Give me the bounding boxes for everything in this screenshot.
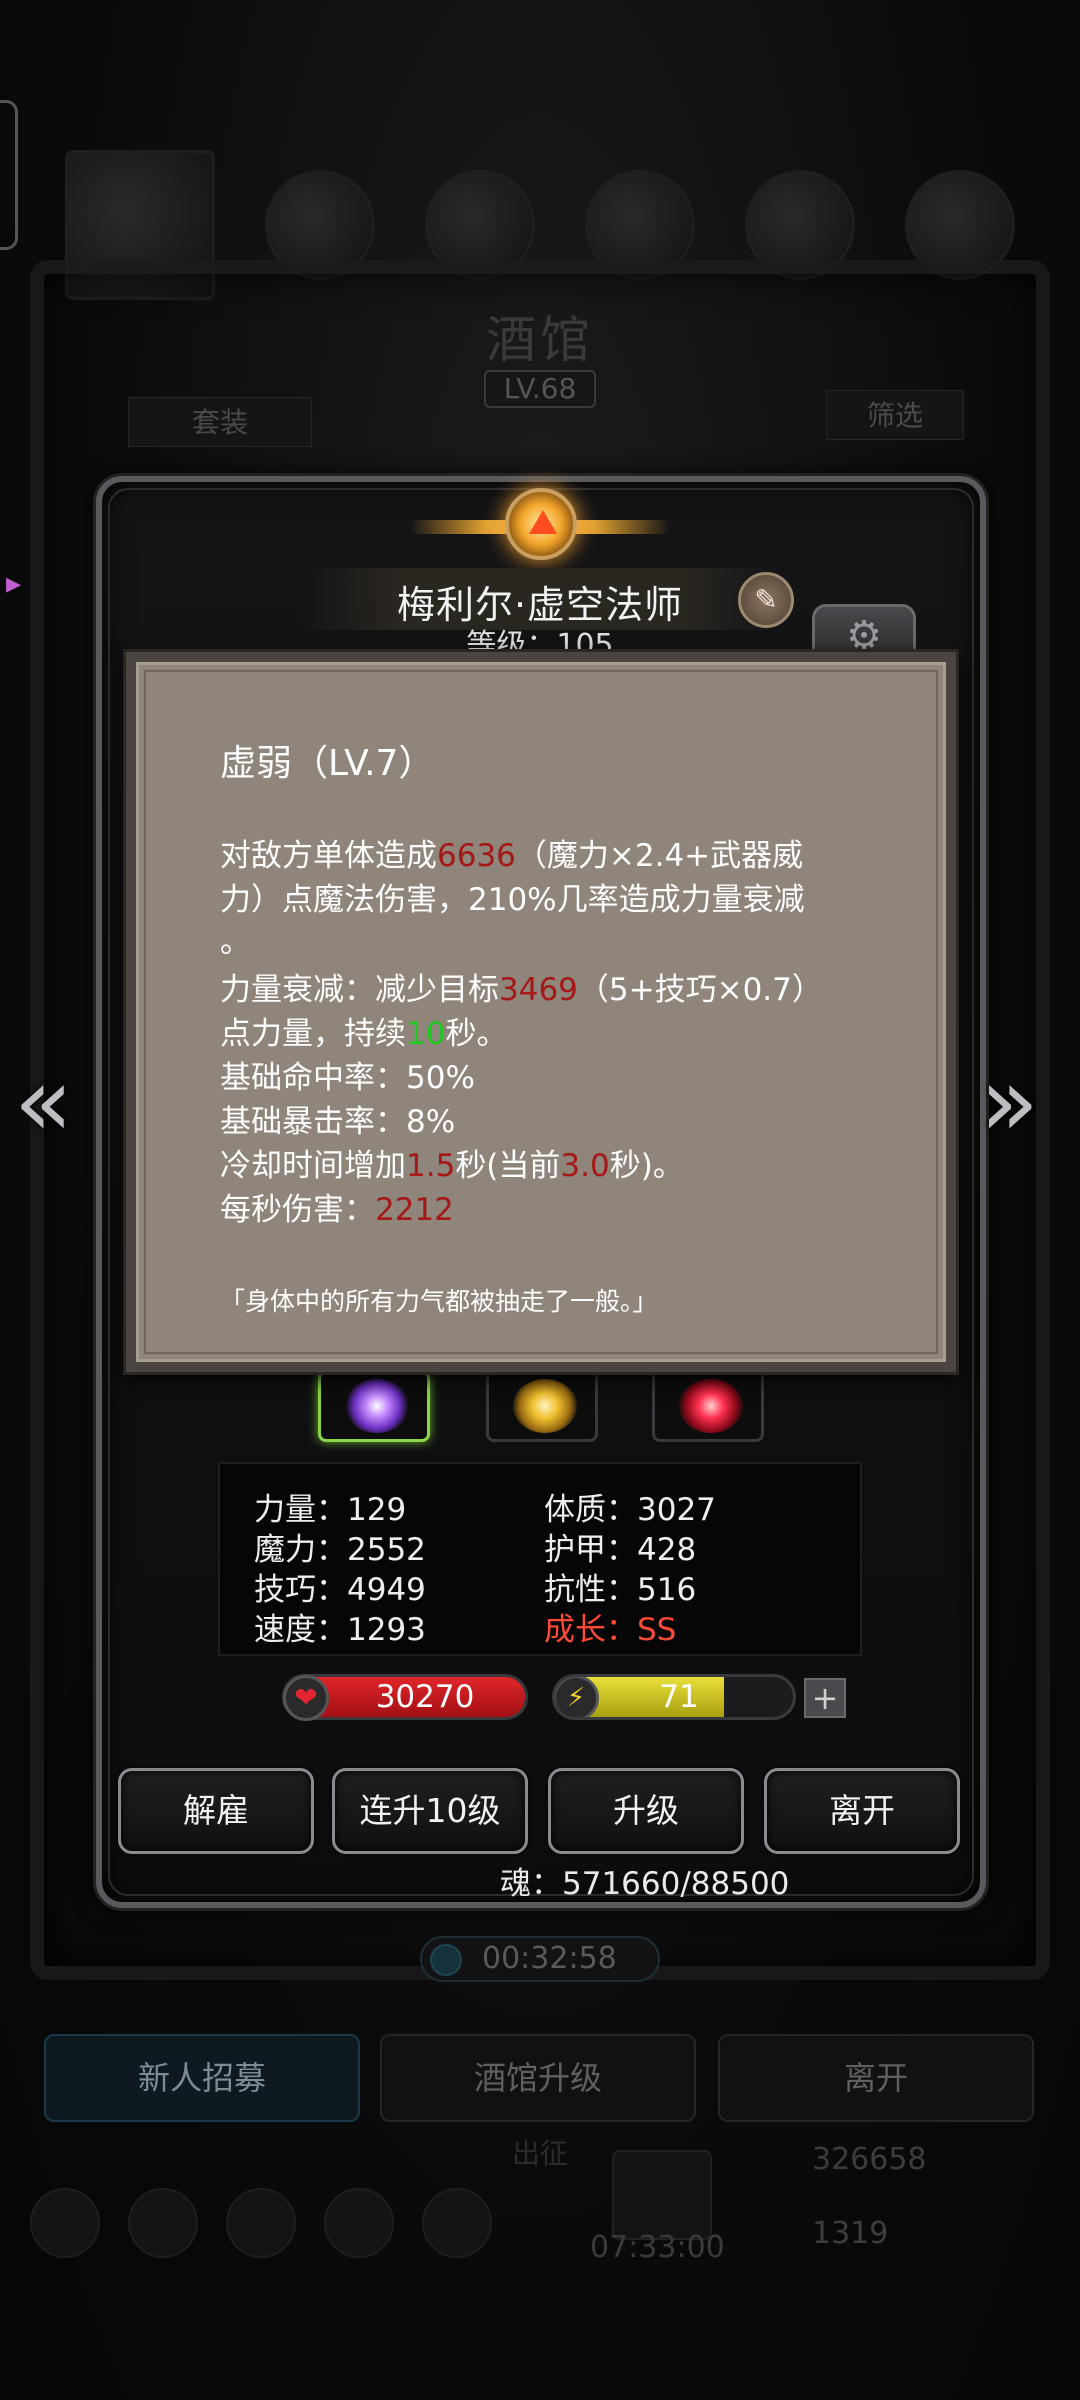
add-energy-button[interactable]: + bbox=[804, 1678, 846, 1718]
skill-title: 虚弱（LV.7） bbox=[220, 743, 435, 784]
heart-icon: ❤ bbox=[283, 1675, 329, 1721]
stat-speed: 速度：1293 bbox=[254, 1612, 426, 1648]
plus-icon: + bbox=[811, 1679, 839, 1717]
stats-box: 力量：129 魔力：2552 技巧：4949 速度：1293 体质：3027 护… bbox=[218, 1462, 862, 1656]
tab-recruit[interactable]: 新人招募 bbox=[44, 2034, 360, 2122]
reduce-value: 3469 bbox=[499, 972, 578, 1008]
dismiss-button[interactable]: 解雇 bbox=[118, 1768, 314, 1854]
damage-value: 6636 bbox=[437, 838, 516, 874]
nav-icon[interactable] bbox=[226, 2188, 296, 2258]
tavern-level: LV.68 bbox=[484, 370, 596, 408]
purple-skill-icon bbox=[345, 1379, 409, 1433]
clock-icon bbox=[430, 1944, 462, 1976]
side-arrow-icon: ▸ bbox=[6, 566, 22, 601]
level-up-10-button[interactable]: 连升10级 bbox=[332, 1768, 528, 1854]
cooldown-line: 冷却时间增加1.5秒(当前3.0秒)。 bbox=[220, 1148, 684, 1184]
lightning-icon: ⚡ bbox=[555, 1677, 599, 1717]
gift-icon[interactable] bbox=[612, 2150, 712, 2240]
bottom-timer: 07:33:00 bbox=[590, 2230, 725, 2265]
double-chevron-left-icon[interactable]: « bbox=[14, 1046, 73, 1158]
crit-rate: 基础暴击率：8% bbox=[220, 1104, 456, 1140]
skill-slot-selected[interactable] bbox=[318, 1370, 430, 1442]
skill-desc-line: 对敌方单体造成6636（魔力×2.4+武器威 bbox=[220, 838, 804, 874]
tab-tavern-upgrade[interactable]: 酒馆升级 bbox=[380, 2034, 696, 2122]
nav-icon[interactable] bbox=[324, 2188, 394, 2258]
gem-amount: 1319 bbox=[812, 2216, 889, 2251]
nav-icon[interactable] bbox=[128, 2188, 198, 2258]
skill-slot[interactable] bbox=[486, 1370, 598, 1442]
filter-button[interactable]: 筛选 bbox=[826, 390, 964, 440]
dps-line: 每秒伤害：2212 bbox=[220, 1192, 454, 1228]
skill-desc-line: 力量衰减：减少目标3469（5+技巧×0.7） bbox=[220, 972, 823, 1008]
energy-bar: ⚡ 71 bbox=[552, 1674, 796, 1720]
recruit-timer: 00:32:58 bbox=[420, 1936, 660, 1982]
skill-desc-line: 力）点魔法伤害，210%几率造成力量衰减 bbox=[220, 882, 805, 918]
edit-name-button[interactable]: ✎ bbox=[738, 572, 794, 628]
gold-amount: 326658 bbox=[812, 2142, 927, 2177]
recruit-timer-text: 00:32:58 bbox=[482, 1941, 617, 1976]
hit-rate: 基础命中率：50% bbox=[220, 1060, 475, 1096]
skill-desc-line: 。 bbox=[220, 924, 251, 960]
stat-magic: 魔力：2552 bbox=[254, 1532, 426, 1568]
bottom-nav bbox=[30, 2188, 530, 2268]
stat-constitution: 体质：3027 bbox=[544, 1492, 716, 1528]
skill-slot[interactable] bbox=[652, 1370, 764, 1442]
skill-flavor-text: 「身体中的所有力气都被抽走了一般。」 bbox=[220, 1287, 658, 1316]
duration-value: 10 bbox=[406, 1016, 446, 1052]
double-chevron-right-icon[interactable]: » bbox=[980, 1046, 1039, 1158]
soul-counter: 魂：571660/88500 bbox=[500, 1866, 790, 1902]
red-skill-icon bbox=[679, 1379, 743, 1433]
hp-bar: ❤ 30270 bbox=[282, 1674, 528, 1721]
stat-skill: 技巧：4949 bbox=[254, 1572, 426, 1608]
nav-icon[interactable] bbox=[422, 2188, 492, 2258]
edit-icon: ✎ bbox=[754, 583, 778, 616]
stat-strength: 力量：129 bbox=[254, 1492, 407, 1528]
hp-value: 30270 bbox=[375, 1679, 475, 1715]
tab-leave[interactable]: 离开 bbox=[718, 2034, 1034, 2122]
stat-resistance: 抗性：516 bbox=[544, 1572, 697, 1608]
side-tab bbox=[0, 100, 18, 250]
tavern-title: 酒馆 bbox=[486, 311, 594, 369]
skill-tooltip: 虚弱（LV.7） 对敌方单体造成6636（魔力×2.4+武器威 力）点魔法伤害，… bbox=[126, 652, 956, 1372]
stat-armor: 护甲：428 bbox=[544, 1532, 697, 1568]
suit-button[interactable]: 套装 bbox=[128, 397, 312, 447]
class-emblem-icon bbox=[410, 480, 670, 570]
nav-icon[interactable] bbox=[30, 2188, 100, 2258]
leave-button[interactable]: 离开 bbox=[764, 1768, 960, 1854]
gold-skill-icon bbox=[513, 1379, 577, 1433]
skill-desc-line: 点力量，持续10秒。 bbox=[220, 1016, 508, 1052]
energy-value: 71 bbox=[659, 1679, 699, 1715]
upgrade-button[interactable]: 升级 bbox=[548, 1768, 744, 1854]
stat-growth: 成长：SS bbox=[544, 1612, 677, 1648]
